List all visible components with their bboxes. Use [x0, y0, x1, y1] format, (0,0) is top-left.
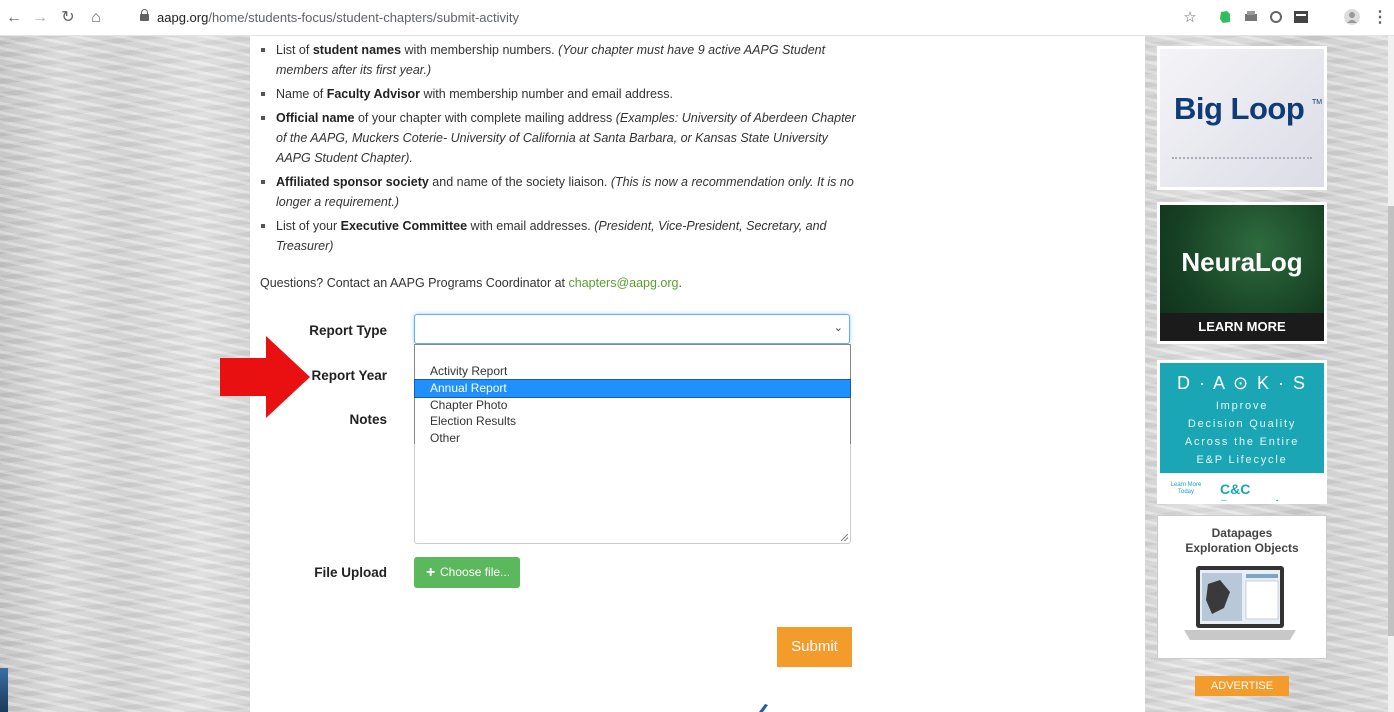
item-text: List of	[276, 43, 313, 57]
ad-title: Big Loop	[1174, 91, 1305, 126]
learn-more-text: Learn More Today	[1170, 482, 1202, 495]
daks-ad[interactable]: D · A ⊙ K · S Improve Decision Quality A…	[1157, 360, 1327, 504]
notes-label: Notes	[349, 412, 387, 427]
page-scrollbar[interactable]	[1388, 36, 1394, 712]
evernote-extension-icon[interactable]	[1217, 9, 1233, 25]
ad-line: Improve	[1215, 400, 1269, 412]
item-text: List of your	[276, 219, 341, 233]
item-text: Name of	[276, 87, 327, 101]
bullet-icon	[261, 180, 265, 184]
plus-icon: +	[426, 564, 436, 581]
list-item: List of your Executive Committee with em…	[260, 216, 860, 256]
ad-title: Datapages	[1211, 526, 1273, 540]
printer-extension-icon[interactable]	[1243, 9, 1259, 25]
item-text: and name of the society liaison.	[428, 175, 611, 189]
list-item: Affiliated sponsor society and name of t…	[260, 172, 860, 212]
choose-file-label: Choose file...	[440, 565, 511, 579]
list-item: Official name of your chapter with compl…	[260, 108, 860, 168]
learn-more-button[interactable]: LEARN MORE	[1160, 313, 1324, 341]
bullet-icon	[261, 116, 265, 120]
ad-banner: D · A ⊙ K · S Improve Decision Quality A…	[1160, 363, 1324, 473]
trademark: TM	[1312, 99, 1323, 106]
dropdown-option-chapter-photo[interactable]: Chapter Photo	[415, 397, 850, 414]
bullet-icon	[261, 48, 265, 52]
browser-menu-icon[interactable]: ⋮	[1370, 8, 1390, 28]
daks-logo: D · A ⊙ K · S	[1176, 373, 1308, 393]
list-item: Name of Faculty Advisor with membership …	[260, 84, 860, 104]
lock-icon	[140, 9, 149, 22]
contact-text: Questions? Contact an AAPG Programs Coor…	[260, 276, 569, 290]
browser-toolbar: ← → ↻ ⌂ aapg.org/home/students-focus/stu…	[0, 0, 1394, 36]
ad-footer: Learn More Today C&C Reservoirs	[1160, 475, 1324, 501]
notes-textarea[interactable]	[414, 444, 851, 544]
bullet-icon	[261, 224, 265, 228]
report-type-label: Report Type	[309, 323, 387, 338]
item-bold: Faculty Advisor	[326, 87, 421, 101]
company-name: C&C Reservoirs	[1220, 481, 1292, 501]
ad-line: Across the Entire	[1184, 436, 1300, 448]
home-icon[interactable]: ⌂	[86, 8, 106, 28]
file-upload-label: File Upload	[314, 565, 387, 580]
requirements-list: List of student names with membership nu…	[260, 40, 860, 260]
choose-file-button[interactable]: + Choose file...	[414, 557, 520, 588]
resize-grip-icon[interactable]	[841, 534, 848, 541]
dropdown-option-annual-report[interactable]: Annual Report	[414, 378, 851, 398]
reader-extension-icon[interactable]	[1293, 9, 1309, 25]
chevron-down-icon: ⌄	[833, 322, 843, 334]
contact-line: Questions? Contact an AAPG Programs Coor…	[260, 276, 682, 290]
scrollbar-thumb[interactable]	[1388, 206, 1394, 636]
address-bar[interactable]: aapg.org/home/students-focus/student-cha…	[140, 7, 519, 29]
item-text: with membership number and email address…	[420, 87, 673, 101]
submit-button[interactable]: Submit	[777, 627, 852, 667]
item-bold: Affiliated sponsor society	[276, 175, 429, 189]
left-edge-logo-fragment	[0, 668, 8, 712]
big-loop-ad[interactable]: Big Loop TM	[1157, 46, 1327, 190]
item-bold: Official name	[276, 111, 355, 125]
item-text: of your chapter with complete mailing ad…	[354, 111, 616, 125]
ad-line: E&P Lifecycle	[1196, 454, 1288, 466]
report-year-label: Report Year	[311, 368, 387, 383]
bookmark-star-icon[interactable]: ☆	[1180, 8, 1200, 28]
url-domain: aapg.org	[157, 10, 209, 25]
circle-extension-icon[interactable]	[1268, 9, 1284, 25]
report-type-select[interactable]: ⌄	[414, 314, 850, 344]
neuralog-ad[interactable]: NeuraLog LEARN MORE	[1157, 202, 1327, 344]
partial-logo-icon	[759, 704, 768, 712]
ad-title: NeuraLog	[1181, 247, 1303, 277]
reload-icon[interactable]: ↻	[58, 8, 78, 28]
item-bold: student names	[312, 43, 402, 57]
advertise-button[interactable]: ADVERTISE	[1195, 676, 1289, 696]
back-icon[interactable]: ←	[4, 8, 24, 28]
report-type-dropdown[interactable]: Activity Report Annual Report Chapter Ph…	[414, 344, 851, 445]
bullet-icon	[261, 92, 265, 96]
item-bold: Executive Committee	[340, 219, 468, 233]
dropdown-option-activity-report[interactable]: Activity Report	[415, 363, 850, 380]
item-text: with membership numbers.	[401, 43, 559, 57]
list-item: List of student names with membership nu…	[260, 40, 860, 80]
url-path: /home/students-focus/student-chapters/su…	[208, 10, 520, 25]
dropdown-option-election-results[interactable]: Election Results	[415, 413, 850, 430]
forward-icon[interactable]: →	[30, 8, 50, 28]
profile-avatar-icon[interactable]	[1344, 9, 1360, 25]
datapages-ad[interactable]: Datapages Exploration Objects	[1157, 515, 1327, 659]
contact-email-link[interactable]: chapters@aapg.org	[569, 276, 679, 290]
contact-suffix: .	[678, 276, 682, 290]
ad-decoration	[1172, 157, 1312, 161]
item-text: with email addresses.	[467, 219, 595, 233]
laptop-icon	[1184, 566, 1296, 640]
ad-subtitle: Exploration Objects	[1185, 541, 1299, 555]
ad-line: Decision Quality	[1187, 418, 1297, 430]
